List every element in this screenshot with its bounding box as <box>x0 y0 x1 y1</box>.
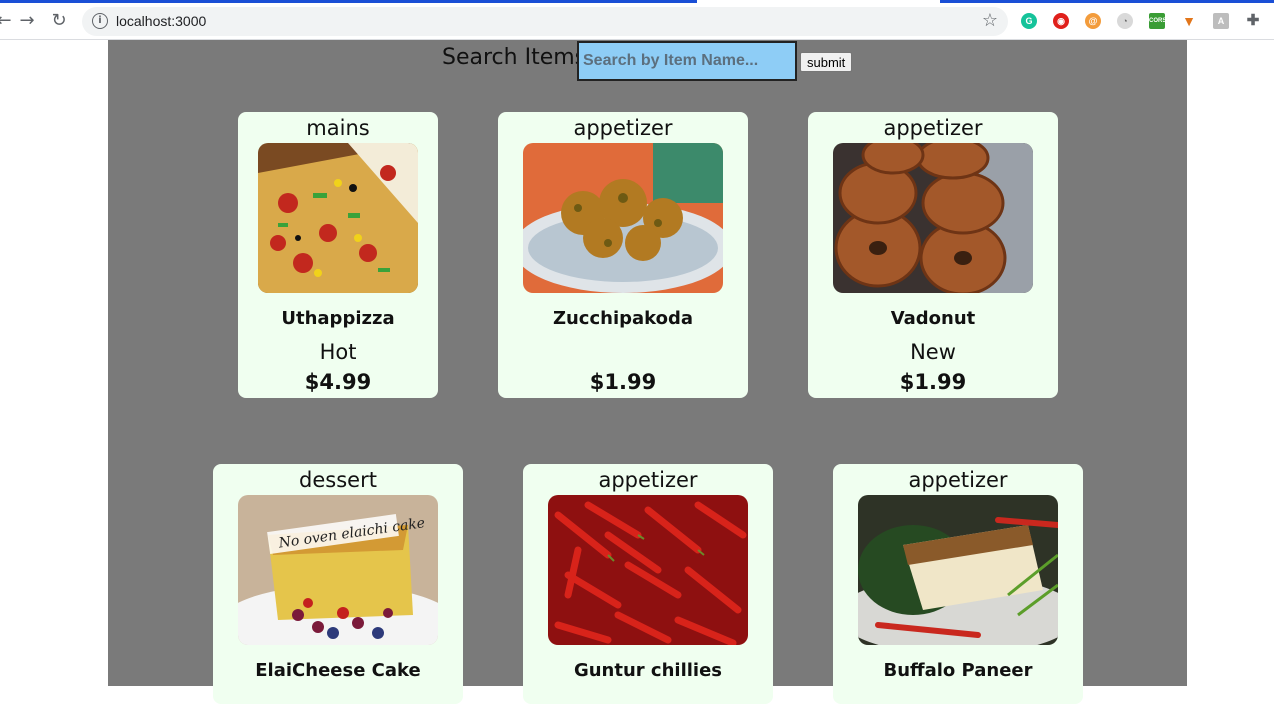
dish-category: appetizer <box>598 468 698 492</box>
dish-image <box>858 495 1058 645</box>
cors-extension-icon[interactable]: CORS <box>1149 13 1166 29</box>
dish-label: Hot <box>319 340 357 364</box>
reload-icon[interactable]: ↻ <box>47 9 71 33</box>
dish-image <box>523 143 723 293</box>
url-text: localhost:3000 <box>116 13 207 29</box>
dish-image <box>548 495 748 645</box>
dish-name: Uthappizza <box>281 308 395 329</box>
dish-name: Buffalo Paneer <box>883 660 1033 681</box>
dish-price: $1.99 <box>899 370 967 394</box>
dish-name: ElaiCheese Cake <box>255 660 421 681</box>
dish-category: appetizer <box>908 468 1008 492</box>
search-label: Search Items: <box>442 45 594 70</box>
bookmark-star-icon[interactable]: ☆ <box>982 10 998 31</box>
tool-extension-icon[interactable]: A <box>1213 13 1229 29</box>
site-info-icon[interactable]: i <box>92 13 108 29</box>
dish-category: appetizer <box>573 116 673 140</box>
dish-category: dessert <box>299 468 377 492</box>
address-bar[interactable]: i localhost:3000 ☆ <box>82 7 1008 36</box>
swirl-extension-icon[interactable]: @ <box>1085 13 1101 29</box>
dish-image <box>833 143 1033 293</box>
dish-card[interactable]: dessert No oven elaichi cake ElaiCheese … <box>213 464 463 704</box>
metamask-fox-icon[interactable]: ▼ <box>1181 13 1197 29</box>
dish-label: New <box>910 340 956 364</box>
dish-image: No oven elaichi cake <box>238 495 438 645</box>
dish-name: Guntur chillies <box>573 660 723 681</box>
dish-price: $4.99 <box>304 370 372 394</box>
grammarly-extension-icon[interactable]: G <box>1021 13 1037 29</box>
dish-card[interactable]: mains Uthappizza Hot $4.99 <box>238 112 438 398</box>
adblock-extension-icon[interactable]: ◉ <box>1053 13 1069 29</box>
dish-name: Zucchipakoda <box>552 308 694 329</box>
dish-card[interactable]: appetizer Zucchipakoda $1.99 <box>498 112 748 398</box>
forward-arrow-icon[interactable]: → <box>15 9 39 33</box>
timer-extension-icon[interactable]: ◔ <box>1117 13 1133 29</box>
dish-category: mains <box>306 116 370 140</box>
submit-button[interactable]: submit <box>800 52 853 72</box>
dish-card[interactable]: appetizer Vadonut New $1.99 <box>808 112 1058 398</box>
browser-toolbar: ← → ↻ i localhost:3000 ☆ G ◉ @ ◔ CORS ▼ … <box>0 3 1274 40</box>
search-input[interactable] <box>577 41 797 81</box>
dish-card[interactable]: appetizer Guntur chillies <box>523 464 773 704</box>
dish-image <box>258 143 418 293</box>
dish-price: $1.99 <box>589 370 657 394</box>
back-arrow-icon[interactable]: ← <box>0 9 16 33</box>
dish-category: appetizer <box>883 116 983 140</box>
dish-name: Vadonut <box>890 308 976 329</box>
dish-card[interactable]: appetizer Buffalo Paneer <box>833 464 1083 704</box>
extensions-puzzle-icon[interactable]: ✚ <box>1245 13 1261 29</box>
